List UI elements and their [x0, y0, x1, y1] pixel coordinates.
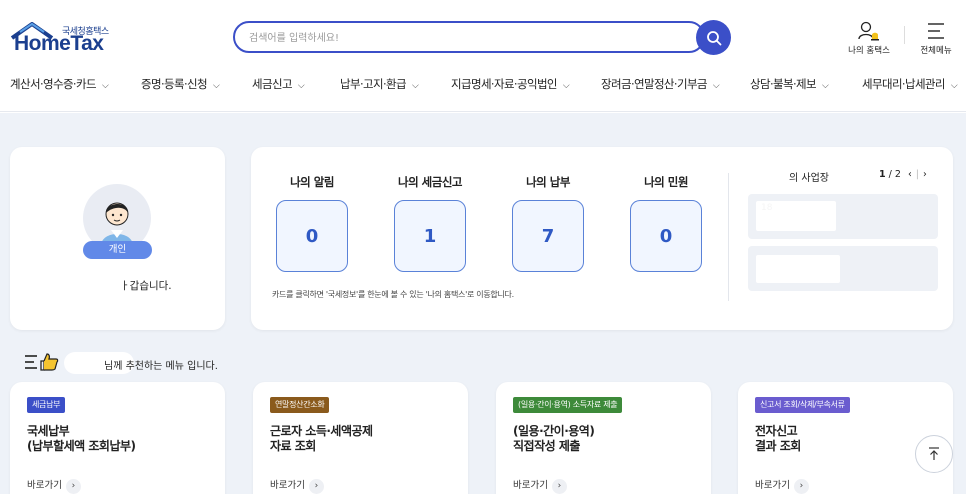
nav-label: 계산서·영수증·카드	[10, 77, 97, 91]
next-page-button[interactable]: ›	[923, 169, 927, 180]
nav-label: 장려금·연말정산·기부금	[601, 77, 708, 91]
stat-my-petitions[interactable]: 나의 민원 0	[630, 174, 702, 272]
card-tag: 세금납부	[27, 397, 66, 413]
main-content: 개인 ㅏ갑습니다. 나의 알림 0 나의 세금신고 1 나의 납부 7 나의 민…	[0, 113, 966, 494]
stat-my-alerts[interactable]: 나의 알림 0	[276, 174, 348, 272]
stat-value[interactable]: 0	[630, 200, 702, 272]
business-item[interactable]	[748, 246, 938, 291]
card-tag: (일용·간이·용역) 소득자료 제출	[513, 397, 623, 413]
page-total: / 2	[888, 169, 901, 180]
chevron-down-icon: ⌵	[950, 81, 958, 91]
card-title-line2: 자료 조회	[270, 439, 316, 453]
menu-icon	[928, 23, 944, 39]
utility-divider	[904, 26, 905, 44]
go-label: 바로가기	[755, 480, 790, 491]
redacted-block	[756, 255, 840, 283]
logo-text: HomeTax	[14, 32, 104, 55]
chevron-right-icon: ›	[793, 479, 809, 494]
scroll-top-button[interactable]	[915, 435, 953, 473]
recommend-card[interactable]: 세금납부 국세납부 (납부할세액 조회납부) 바로가기 ›	[10, 382, 225, 494]
hometax-logo[interactable]: 국세청홈택스 HomeTax	[10, 18, 120, 58]
nav-label: 지급명세·자료·공익법인	[451, 77, 558, 91]
page-current: 1	[879, 169, 886, 180]
personal-badge: 개인	[83, 241, 152, 259]
nav-label: 세무대리·납세관리	[862, 77, 946, 91]
nav-item-consultation[interactable]: 상담·불복·제보 ⌵	[750, 76, 829, 92]
chevron-down-icon: ⌵	[412, 81, 419, 91]
go-label: 바로가기	[513, 480, 548, 491]
recommend-card[interactable]: 연말정산간소화 근로자 소득·세액공제 자료 조회 바로가기 ›	[253, 382, 468, 494]
go-label: 바로가기	[270, 480, 305, 491]
chevron-down-icon: ⌵	[101, 81, 109, 91]
greeting-text: ㅏ갑습니다.	[120, 280, 172, 292]
nav-label: 세금신고	[252, 77, 293, 91]
card-title-line2: (납부할세액 조회납부)	[27, 439, 136, 453]
stat-my-payment[interactable]: 나의 납부 7	[512, 174, 584, 272]
chevron-right-icon: ›	[65, 479, 81, 494]
prev-page-button[interactable]: ‹	[908, 169, 912, 180]
thumbs-up-list-icon	[25, 353, 59, 371]
recommend-header: 님께 추천하는 메뉴 입니다.	[24, 352, 324, 374]
recommend-card[interactable]: 신고서 조회/삭제/부속서류 전자신고 결과 조회 바로가기 ›	[738, 382, 953, 494]
stats-card: 나의 알림 0 나의 세금신고 1 나의 납부 7 나의 민원 0 카드를 클릭…	[251, 147, 953, 330]
go-label: 바로가기	[27, 480, 62, 491]
search-button[interactable]	[696, 20, 731, 55]
nav-label: 상담·불복·제보	[750, 77, 817, 91]
chevron-down-icon: ⌵	[822, 81, 829, 91]
business-pager: 1 / 2 ‹ | ›	[879, 169, 927, 180]
go-link[interactable]: 바로가기 ›	[755, 477, 809, 494]
all-menu-label: 전체메뉴	[920, 46, 952, 56]
my-hometax-label: 나의 홈택스	[848, 46, 890, 56]
search-input[interactable]	[249, 29, 689, 47]
arrow-up-icon	[929, 447, 939, 460]
nav-item-tax-filing[interactable]: 세금신고 ⌵	[252, 76, 305, 92]
go-link[interactable]: 바로가기 ›	[513, 477, 567, 494]
nav-item-invoice[interactable]: 계산서·영수증·카드 ⌵	[10, 76, 109, 92]
nav-label: 납부·고지·환급	[340, 77, 407, 91]
search-bar	[233, 21, 705, 53]
profile-card: 개인 ㅏ갑습니다.	[10, 147, 225, 330]
business-item[interactable]: 18	[748, 194, 938, 239]
all-menu-button[interactable]: 전체메뉴	[906, 20, 966, 60]
recommend-card[interactable]: (일용·간이·용역) 소득자료 제출 (일용·간이·용역) 직접작성 제출 바로…	[496, 382, 711, 494]
stat-my-tax-filing[interactable]: 나의 세금신고 1	[394, 174, 466, 272]
recommend-text: 님께 추천하는 메뉴 입니다.	[104, 361, 218, 372]
nav-item-tax-agent[interactable]: 세무대리·납세관리 ⌵	[862, 76, 958, 92]
stat-value[interactable]: 7	[512, 200, 584, 272]
card-tag: 연말정산간소화	[270, 397, 330, 413]
go-link[interactable]: 바로가기 ›	[27, 477, 81, 494]
chevron-down-icon: ⌵	[712, 81, 720, 91]
search-icon	[706, 30, 721, 45]
main-nav: 계산서·영수증·카드 ⌵ 증명·등록·신청 ⌵ 세금신고 ⌵ 납부·고지·환급 ⌵ 지급…	[0, 70, 966, 100]
chevron-right-icon: ›	[308, 479, 324, 494]
chevron-down-icon: ⌵	[213, 81, 220, 91]
nav-item-incentive[interactable]: 장려금·연말정산·기부금 ⌵	[601, 76, 720, 92]
card-title-line2: 직접작성 제출	[513, 439, 580, 453]
user-bell-icon	[858, 21, 879, 41]
card-tag: 신고서 조회/삭제/부속서류	[755, 397, 850, 413]
my-hometax-button[interactable]: 나의 홈택스	[839, 20, 899, 60]
card-title-line2: 결과 조회	[755, 439, 801, 453]
nav-item-payment-statement[interactable]: 지급명세·자료·공익법인 ⌵	[451, 76, 570, 92]
chevron-down-icon: ⌵	[562, 81, 570, 91]
stat-value[interactable]: 0	[276, 200, 348, 272]
nav-item-payment[interactable]: 납부·고지·환급 ⌵	[340, 76, 419, 92]
chevron-right-icon: ›	[551, 479, 567, 494]
stat-title: 나의 세금신고	[398, 175, 462, 189]
stat-title: 나의 납부	[526, 175, 570, 189]
nav-label: 증명·등록·신청	[141, 77, 208, 91]
stat-title: 나의 알림	[290, 175, 334, 189]
stats-divider	[728, 173, 729, 301]
header: 국세청홈택스 HomeTax 나의 홈택스 전체메뉴 계산서·영수증·카드 ⌵ 증…	[0, 0, 966, 112]
stat-title: 나의 민원	[644, 175, 688, 189]
stat-value[interactable]: 1	[394, 200, 466, 272]
business-title: 의 사업장	[789, 173, 829, 184]
redacted-block	[756, 201, 836, 231]
nav-item-certificate[interactable]: 증명·등록·신청 ⌵	[141, 76, 220, 92]
pager-divider: |	[915, 169, 919, 180]
chevron-down-icon: ⌵	[297, 81, 305, 91]
stats-note: 카드를 클릭하면 '국세정보'를 한눈에 볼 수 있는 '나의 홈택스'로 이동…	[272, 290, 514, 299]
go-link[interactable]: 바로가기 ›	[270, 477, 324, 494]
